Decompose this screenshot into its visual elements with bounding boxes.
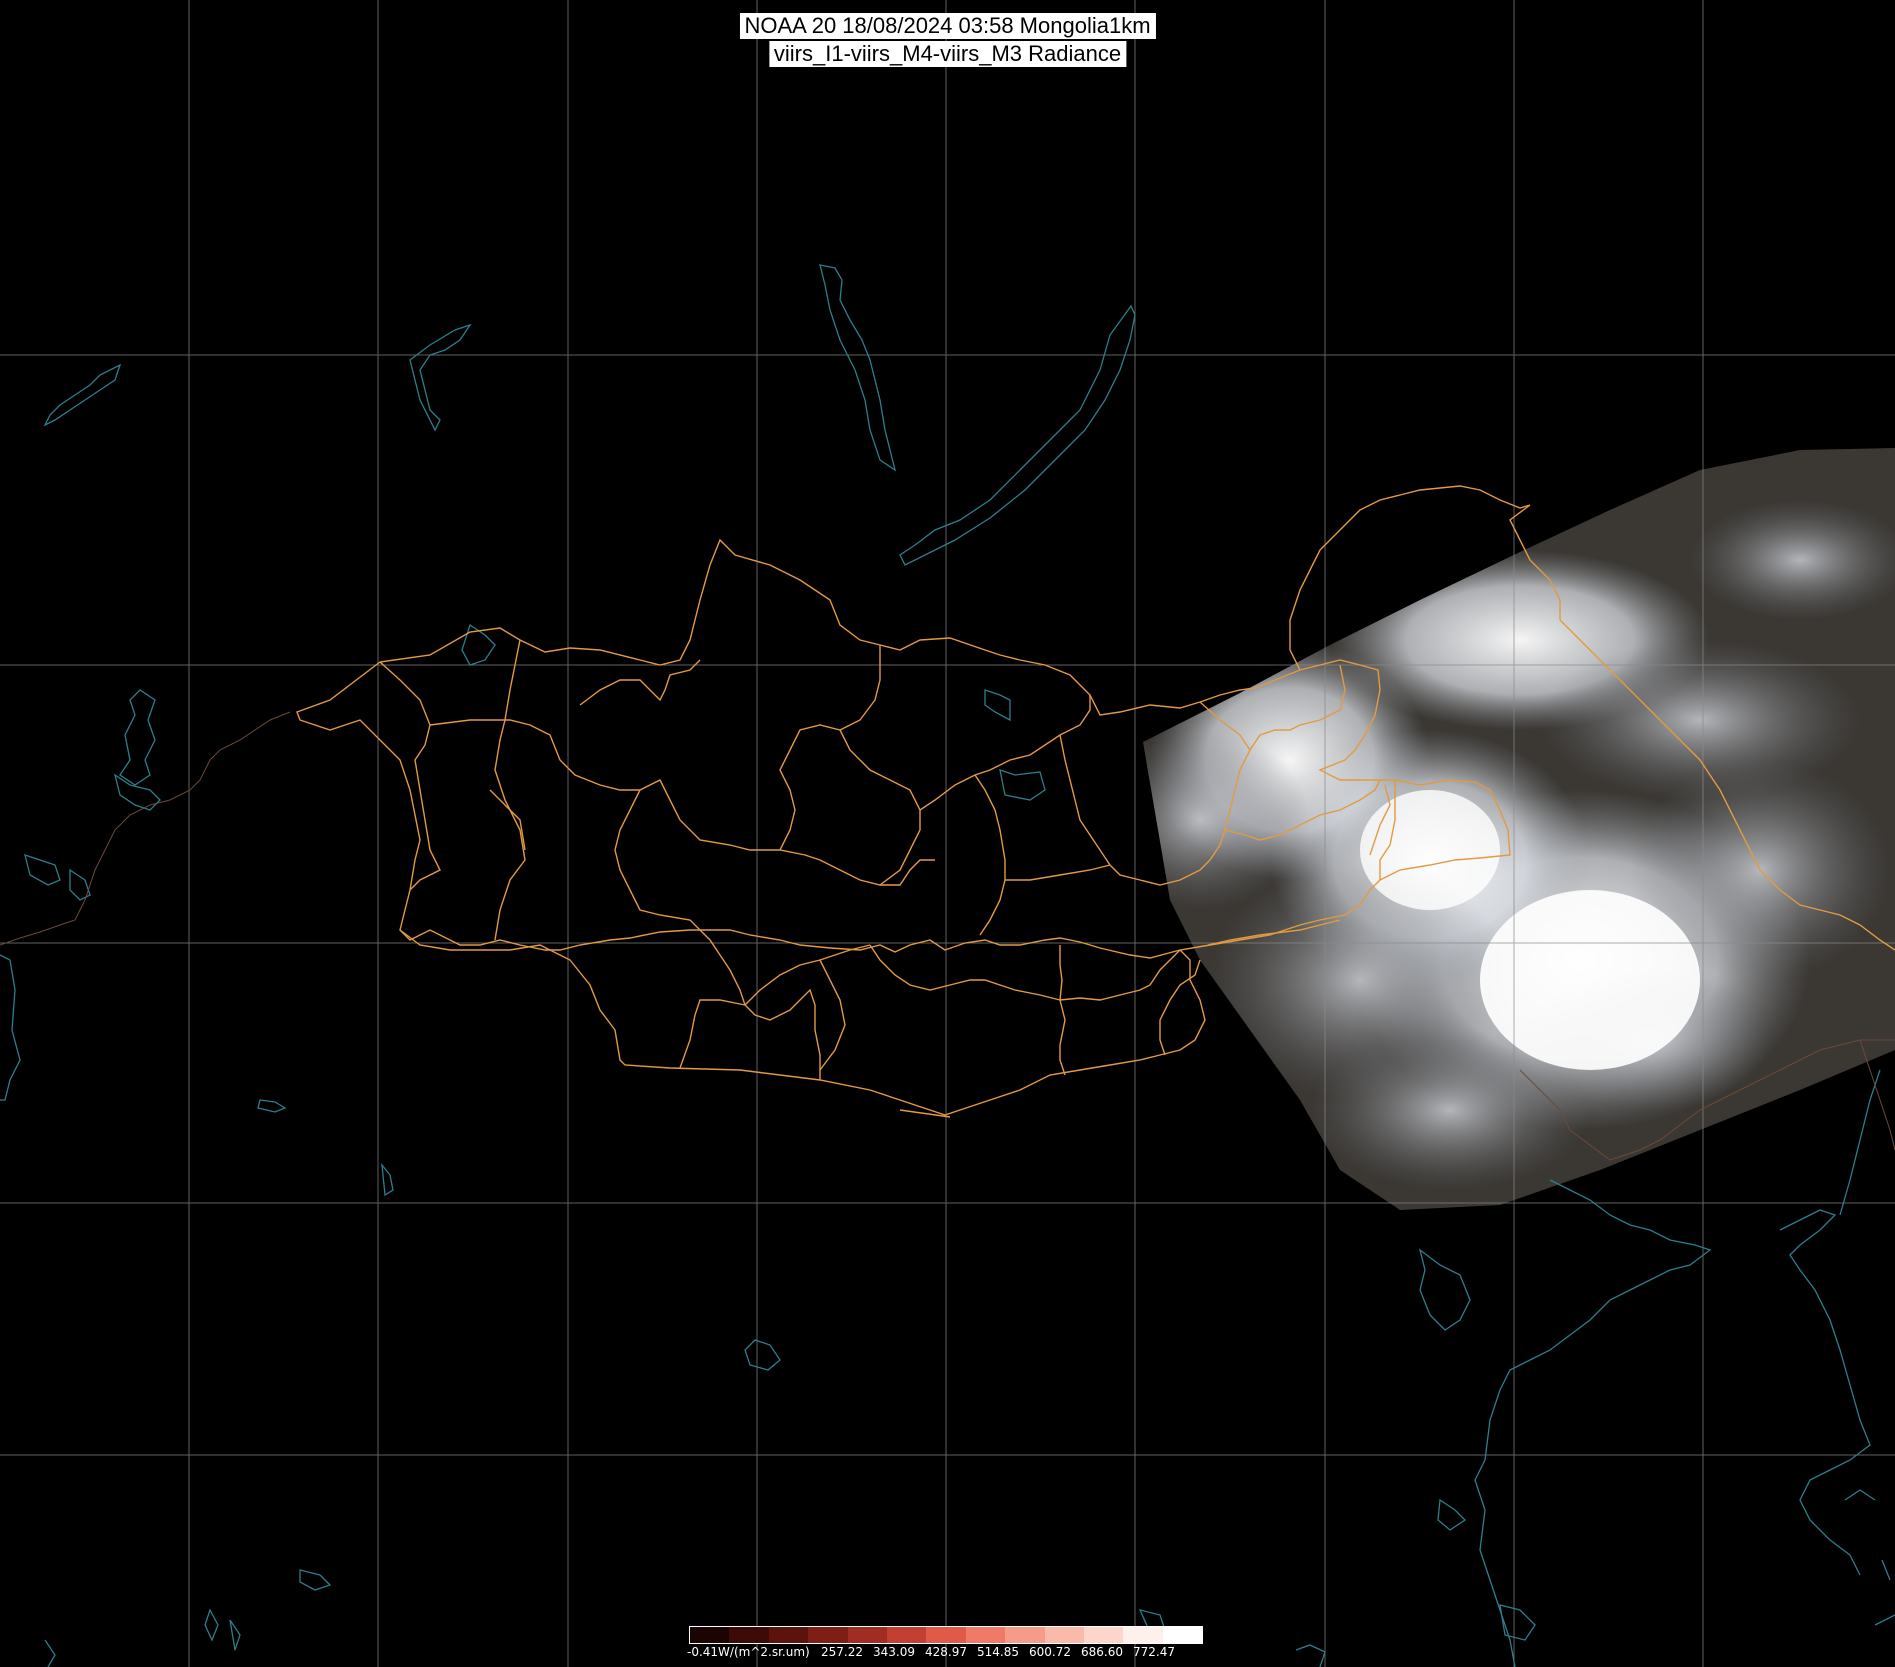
colorbar-segment [965, 1627, 1006, 1643]
colorbar-tick-label: 257.22 [821, 1645, 863, 1659]
map-title: NOAA 20 18/08/2024 03:58 Mongolia1km [739, 13, 1156, 39]
colorbar-segment [729, 1627, 769, 1643]
colorbar-segment [1162, 1627, 1203, 1643]
colorbar-tick-label: 686.60 [1081, 1645, 1123, 1659]
colorbar-segment [1083, 1627, 1124, 1643]
map-subtitle: viirs_I1-viirs_M4-viirs_M3 Radiance [768, 41, 1127, 67]
colorbar-tick-label: 343.09 [873, 1645, 915, 1659]
colorbar [689, 1626, 1203, 1644]
colorbar-unit-label: -0.41W/(m^2.sr.um) [687, 1645, 810, 1659]
colorbar-segment [768, 1627, 809, 1643]
colorbar-tick-label: 514.85 [977, 1645, 1019, 1659]
colorbar-segment [926, 1627, 966, 1643]
colorbar-tick-label: 600.72 [1029, 1645, 1071, 1659]
colorbar-segment [1123, 1627, 1163, 1643]
colorbar-tick-label: 428.97 [925, 1645, 967, 1659]
colorbar-segment [886, 1627, 927, 1643]
colorbar-segment [847, 1627, 887, 1643]
colorbar-segment [808, 1627, 848, 1643]
colorbar-tick-label: 772.47 [1133, 1645, 1175, 1659]
colorbar-segment [1044, 1627, 1084, 1643]
colorbar-segment [1005, 1627, 1045, 1643]
satellite-map [0, 0, 1895, 1667]
colorbar-segment [690, 1627, 730, 1643]
